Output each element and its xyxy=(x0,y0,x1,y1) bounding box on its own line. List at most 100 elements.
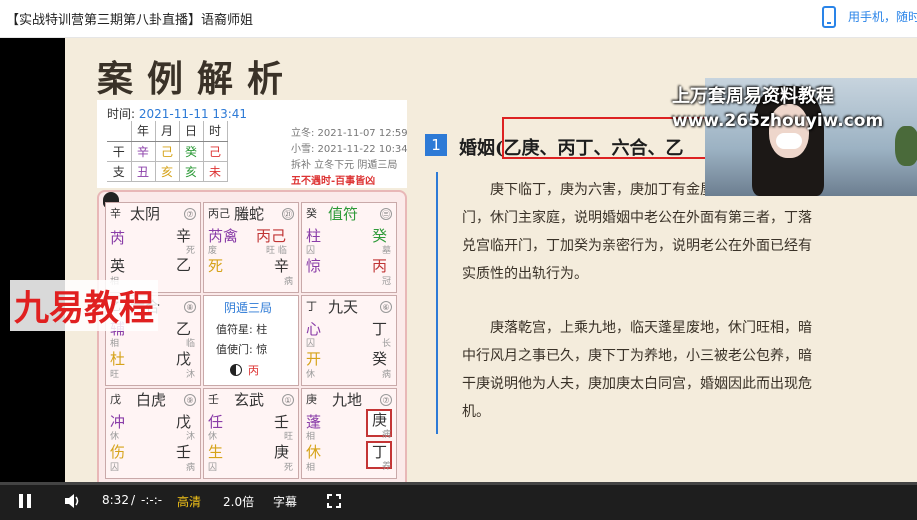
speed-button[interactable]: 2.0倍 xyxy=(223,493,254,510)
cell-star: 芮 xyxy=(110,229,126,247)
cell-deity-gan: 癸 xyxy=(306,207,317,220)
cell-deity: 九地 xyxy=(332,391,363,409)
duration: -:-:- xyxy=(141,493,163,507)
center-cell: 阴遁三局 值符星: 柱 值使门: 惊 丙 xyxy=(203,295,299,386)
gz-cell: 丑 xyxy=(131,161,156,182)
cell-number: ⑧ xyxy=(184,301,196,313)
video-player[interactable]: 案例解析 时间: 2021-11-11 13:41 年 月 日 时 干 辛 己 … xyxy=(0,38,917,520)
cell-tian-gan: 辛 xyxy=(176,227,192,245)
player-controls: 8:32 / -:-:- 高清 2.0倍 字幕 xyxy=(0,482,917,520)
ganzhi-table: 年 月 日 时 干 辛 己 癸 己 支 丑 亥 亥 未 xyxy=(107,121,228,182)
paragraph-2: 庚落乾宫，上乘九地，临天蓬星废地，休门旺相，暗中行风月之事已久，庚下丁为养地，小… xyxy=(462,320,812,420)
chart-time: 时间: 2021-11-11 13:41 xyxy=(107,107,248,121)
cell-tian-gan: 庚 xyxy=(372,411,388,429)
cell-star: 蓬 xyxy=(306,413,322,431)
cell-state: 休 xyxy=(306,370,316,380)
brand-watermark: 九易教程 xyxy=(10,280,159,331)
time-separator: / xyxy=(131,493,136,507)
gz-cell: 辛 xyxy=(131,141,156,162)
cell-number: ⑥ xyxy=(380,301,392,313)
cell-number: ⑨ xyxy=(184,394,196,406)
gz-cell: 己 xyxy=(203,141,228,162)
pause-icon[interactable] xyxy=(19,494,31,508)
cell-door: 惊 xyxy=(306,257,322,275)
cell-door: 生 xyxy=(208,443,224,461)
gz-header: 日 xyxy=(179,121,204,142)
cell-state: 病 xyxy=(186,463,196,473)
cell-state: 临 xyxy=(186,339,196,349)
gz-header: 时 xyxy=(203,121,228,142)
cell-star: 柱 xyxy=(306,227,322,245)
cell-state: 旺 xyxy=(110,370,120,380)
grid-cell: 戊 白虎 ⑨ 冲 休 戊 沐 伤 囚 壬 病 xyxy=(105,388,201,479)
presenter-mask xyxy=(776,133,802,149)
section-number: 1 xyxy=(425,134,447,156)
cell-tian-gan: 乙 xyxy=(176,320,192,338)
cell-deity-gan: 丙己 xyxy=(208,207,230,220)
page-header: 【实战特训营第三期第八卦直播】语裔师姐 用手机，随时 xyxy=(0,0,917,38)
cell-di-gan: 乙 xyxy=(176,256,192,274)
cell-di-gan: 壬 xyxy=(176,443,192,461)
cell-state: 相 xyxy=(110,339,120,349)
phone-link[interactable]: 用手机，随时 xyxy=(848,8,917,25)
cell-state: 死 xyxy=(284,463,294,473)
cell-star: 心 xyxy=(306,320,322,338)
cell-state: 相 xyxy=(306,463,316,473)
cell-state: 养 xyxy=(382,462,392,472)
cell-deity: 玄武 xyxy=(234,391,265,409)
gz-cell: 干 xyxy=(107,141,132,162)
progress-bar[interactable] xyxy=(0,482,917,485)
cell-state: 墓 xyxy=(382,246,392,256)
cell-tian-gan: 丙己 xyxy=(256,227,287,245)
volume-icon[interactable] xyxy=(64,493,82,509)
cell-state: 休 xyxy=(110,432,120,442)
cell-tian-gan: 戊 xyxy=(176,413,192,431)
subtitle-button[interactable]: 字幕 xyxy=(273,493,297,510)
cell-number: ① xyxy=(282,394,294,406)
cell-deity-gan: 戊 xyxy=(110,393,121,406)
cell-state: 休 xyxy=(208,432,218,442)
cell-star: 冲 xyxy=(110,413,126,431)
cell-state: 囚 xyxy=(306,246,316,256)
cell-door: 死 xyxy=(208,257,224,275)
cell-di-gan: 庚 xyxy=(274,443,290,461)
page-title: 【实战特训营第三期第八卦直播】语裔师姐 xyxy=(6,13,254,28)
grid-cell: 丙己 螣蛇 ㉑ 芮禽 废 丙己 旺 临 死 辛 病 xyxy=(203,202,299,293)
cell-number: ⑦ xyxy=(184,208,196,220)
gz-cell: 己 xyxy=(155,141,180,162)
grid-cell: 癸 值符 ㊂ 柱 囚 癸 墓 惊 丙 冠 xyxy=(301,202,397,293)
cell-number: ㉑ xyxy=(282,208,294,220)
cell-state: 囚 xyxy=(110,463,120,473)
center-zhifu: 值符星: 柱 xyxy=(216,323,268,336)
cell-deity: 螣蛇 xyxy=(234,205,265,223)
url-watermark: www.265zhouyiw.com xyxy=(672,111,884,131)
cell-deity-gan: 庚 xyxy=(306,393,317,406)
cell-door: 杜 xyxy=(110,350,126,368)
cell-door: 伤 xyxy=(110,443,126,461)
cell-deity: 值符 xyxy=(328,205,359,223)
center-zhishi: 值使门: 惊 xyxy=(216,343,268,356)
gz-header xyxy=(107,121,132,142)
slide-heading: 案例解析 xyxy=(97,58,298,100)
cell-state: 囚 xyxy=(208,463,218,473)
cell-state: 囚 xyxy=(306,339,316,349)
quality-button[interactable]: 高清 xyxy=(177,493,201,510)
chart-info-panel: 时间: 2021-11-11 13:41 年 月 日 时 干 辛 己 癸 己 支… xyxy=(97,100,408,188)
cell-state: 病 xyxy=(382,430,392,440)
cell-state: 废 xyxy=(208,246,218,256)
cell-deity: 太阴 xyxy=(130,205,161,223)
cell-di-gan: 丙 xyxy=(372,257,388,275)
promo-watermark: 上万套周易资料教程 xyxy=(672,86,834,107)
gz-cell: 亥 xyxy=(155,161,180,182)
fullscreen-icon[interactable] xyxy=(327,494,341,508)
current-time: 8:32 xyxy=(102,493,129,507)
cell-di-gan: 丁 xyxy=(372,443,388,461)
cell-state: 病 xyxy=(382,370,392,380)
cell-state: 长 xyxy=(382,339,392,349)
cell-tian-gan: 丁 xyxy=(372,320,388,338)
phone-icon[interactable] xyxy=(822,6,836,28)
grid-cell: 庚 九地 ⑦ 蓬 相 庚 病 休 相 丁 养 xyxy=(301,388,397,479)
cell-di-gan: 癸 xyxy=(372,350,388,368)
cell-state: 沐 xyxy=(186,432,196,442)
cell-star: 任 xyxy=(208,413,224,431)
